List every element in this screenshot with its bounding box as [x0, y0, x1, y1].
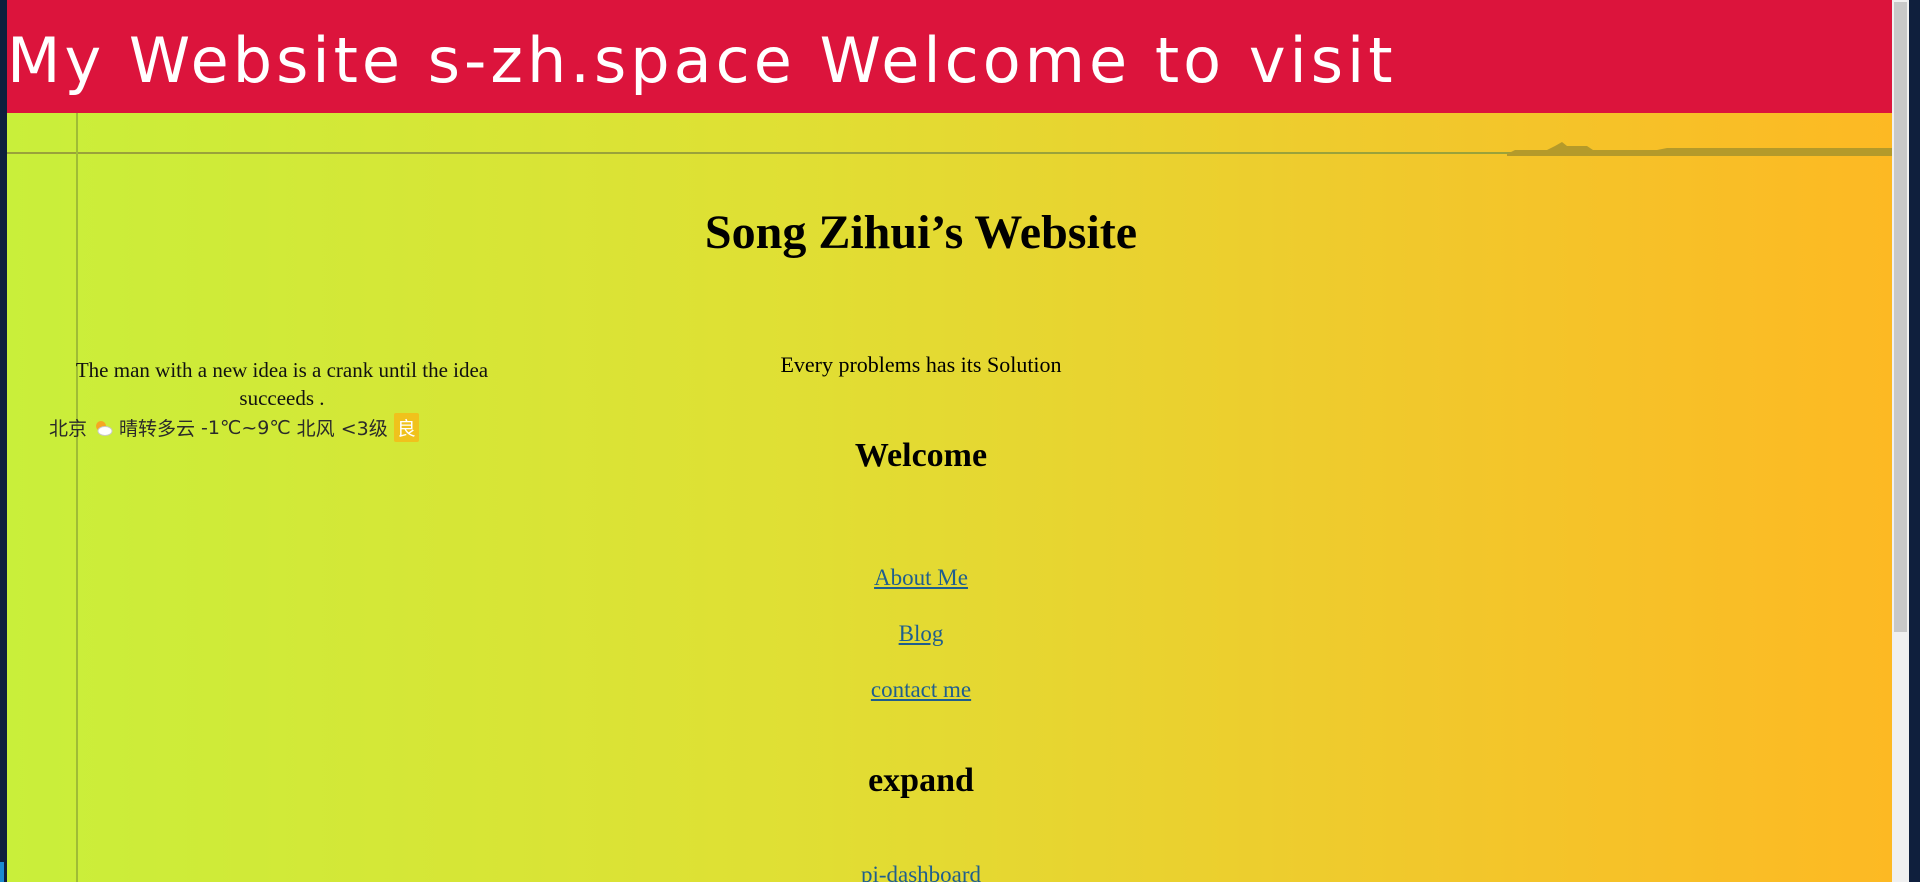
banner-text: My Website s-zh.space Welcome to visit [7, 24, 1397, 97]
header-banner: My Website s-zh.space Welcome to visit [7, 0, 1892, 113]
vertical-divider [76, 113, 78, 882]
vertical-scrollbar[interactable] [1892, 0, 1909, 882]
weather-wind: 北风 <3级 [296, 418, 388, 440]
scrollbar-thumb[interactable] [1894, 2, 1907, 632]
sidebar-quote: The man with a new idea is a crank until… [75, 358, 489, 410]
partly-cloudy-icon [93, 418, 113, 438]
expand-heading: expand [868, 762, 974, 799]
about-me-link[interactable]: About Me [874, 565, 968, 591]
weather-temperature: -1℃~9℃ [201, 416, 291, 439]
edge-accent [0, 862, 4, 882]
weather-condition: 晴转多云 [119, 418, 196, 440]
blog-link[interactable]: Blog [899, 621, 944, 647]
pi-dashboard-link[interactable]: pi-dashboard [861, 862, 981, 882]
page-title: Song Zihui’s Website [704, 206, 1138, 259]
motto-text: Every problems has its Solution [780, 352, 1062, 377]
weather-city: 北京 [49, 418, 88, 440]
skyline-decoration [1507, 142, 1892, 156]
page-body: My Website s-zh.space Welcome to visit T… [7, 0, 1892, 882]
aqi-badge: 良 [393, 413, 419, 442]
weather-widget[interactable]: 北京 晴转多云 -1℃~9℃ 北风 <3级 良 [49, 413, 419, 442]
left-window-edge [0, 0, 7, 882]
contact-me-link[interactable]: contact me [871, 677, 971, 703]
welcome-heading: Welcome [854, 437, 988, 474]
